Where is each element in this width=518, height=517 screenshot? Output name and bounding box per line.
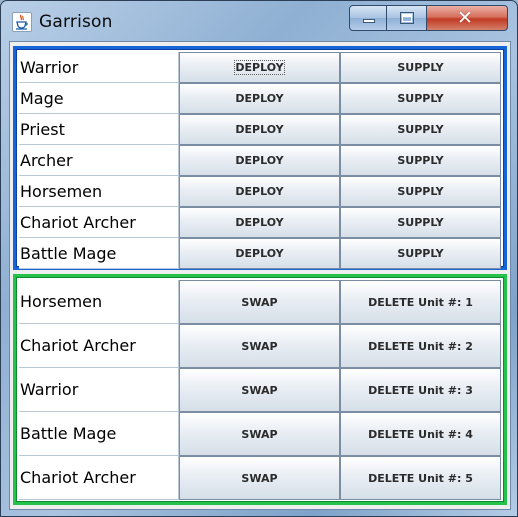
available-unit-row: Archer DEPLOY SUPPLY	[19, 145, 501, 176]
supply-button-label: SUPPLY	[397, 154, 444, 167]
unit-name: Chariot Archer	[19, 456, 179, 500]
supply-button-label: SUPPLY	[397, 185, 444, 198]
delete-unit-button[interactable]: DELETE Unit #: 3	[340, 368, 501, 412]
deploy-button[interactable]: DEPLOY	[179, 176, 340, 207]
swap-button-label: SWAP	[241, 295, 278, 309]
garrison-units-panel: Horsemen SWAP DELETE Unit #: 1 Chariot A…	[13, 274, 507, 505]
garrison-window: Garrison ✕ Warrior DEPLOY SUPPLY Mage DE…	[0, 0, 518, 517]
available-unit-row: Priest DEPLOY SUPPLY	[19, 114, 501, 145]
garrison-unit-row: Horsemen SWAP DELETE Unit #: 1	[19, 280, 501, 324]
unit-name: Priest	[19, 114, 179, 145]
swap-button[interactable]: SWAP	[179, 368, 340, 412]
delete-unit-button[interactable]: DELETE Unit #: 2	[340, 324, 501, 368]
supply-button-label: SUPPLY	[397, 123, 444, 136]
deploy-button-label: DEPLOY	[235, 154, 284, 167]
swap-button-label: SWAP	[241, 383, 278, 397]
unit-name: Warrior	[19, 52, 179, 83]
minimize-icon	[363, 19, 375, 23]
close-button[interactable]: ✕	[427, 5, 508, 31]
swap-button[interactable]: SWAP	[179, 412, 340, 456]
deploy-button[interactable]: DEPLOY	[179, 145, 340, 176]
available-units-panel: Warrior DEPLOY SUPPLY Mage DEPLOY SUPPLY…	[13, 46, 507, 270]
available-unit-row: Chariot Archer DEPLOY SUPPLY	[19, 207, 501, 238]
unit-name: Horsemen	[19, 280, 179, 324]
supply-button-label: SUPPLY	[397, 92, 444, 105]
swap-button-label: SWAP	[241, 339, 278, 353]
delete-button-label: DELETE Unit #: 3	[368, 383, 473, 397]
deploy-button[interactable]: DEPLOY	[179, 238, 340, 269]
supply-button[interactable]: SUPPLY	[340, 83, 501, 114]
supply-button[interactable]: SUPPLY	[340, 52, 501, 83]
window-title: Garrison	[39, 12, 113, 32]
supply-button-label: SUPPLY	[397, 247, 444, 260]
unit-name: Mage	[19, 83, 179, 114]
garrison-unit-row: Chariot Archer SWAP DELETE Unit #: 5	[19, 456, 501, 500]
swap-button[interactable]: SWAP	[179, 324, 340, 368]
garrison-unit-row: Warrior SWAP DELETE Unit #: 3	[19, 368, 501, 412]
supply-button[interactable]: SUPPLY	[340, 176, 501, 207]
delete-unit-button[interactable]: DELETE Unit #: 4	[340, 412, 501, 456]
swap-button[interactable]: SWAP	[179, 456, 340, 500]
delete-unit-button[interactable]: DELETE Unit #: 5	[340, 456, 501, 500]
minimize-button[interactable]	[349, 5, 387, 31]
swap-button-label: SWAP	[241, 427, 278, 441]
delete-unit-button[interactable]: DELETE Unit #: 1	[340, 280, 501, 324]
unit-name: Horsemen	[19, 176, 179, 207]
supply-button-label: SUPPLY	[397, 61, 444, 74]
deploy-button-label: DEPLOY	[235, 247, 284, 260]
deploy-button[interactable]: DEPLOY	[179, 52, 340, 83]
deploy-button-label: DEPLOY	[235, 92, 284, 105]
unit-name: Chariot Archer	[19, 324, 179, 368]
available-unit-row: Mage DEPLOY SUPPLY	[19, 83, 501, 114]
unit-name: Chariot Archer	[19, 207, 179, 238]
delete-button-label: DELETE Unit #: 4	[368, 427, 473, 441]
swap-button[interactable]: SWAP	[179, 280, 340, 324]
deploy-button-label: DEPLOY	[235, 216, 284, 229]
content-pane: Warrior DEPLOY SUPPLY Mage DEPLOY SUPPLY…	[9, 41, 511, 510]
java-coffee-cup-icon[interactable]	[12, 12, 32, 32]
available-unit-row: Battle Mage DEPLOY SUPPLY	[19, 238, 501, 269]
available-unit-row: Horsemen DEPLOY SUPPLY	[19, 176, 501, 207]
deploy-button[interactable]: DEPLOY	[179, 114, 340, 145]
close-icon: ✕	[457, 7, 473, 29]
delete-button-label: DELETE Unit #: 2	[368, 339, 473, 353]
garrison-unit-row: Battle Mage SWAP DELETE Unit #: 4	[19, 412, 501, 456]
unit-name: Archer	[19, 145, 179, 176]
maximize-icon	[400, 12, 414, 24]
deploy-button[interactable]: DEPLOY	[179, 207, 340, 238]
unit-name: Warrior	[19, 368, 179, 412]
deploy-button-label: DEPLOY	[235, 123, 284, 136]
unit-name: Battle Mage	[19, 412, 179, 456]
garrison-unit-row: Chariot Archer SWAP DELETE Unit #: 2	[19, 324, 501, 368]
title-bar[interactable]: Garrison ✕	[1, 1, 517, 41]
supply-button[interactable]: SUPPLY	[340, 207, 501, 238]
deploy-button-label: DEPLOY	[234, 60, 285, 75]
supply-button[interactable]: SUPPLY	[340, 114, 501, 145]
supply-button[interactable]: SUPPLY	[340, 238, 501, 269]
supply-button-label: SUPPLY	[397, 216, 444, 229]
available-unit-row: Warrior DEPLOY SUPPLY	[19, 52, 501, 83]
swap-button-label: SWAP	[241, 471, 278, 485]
supply-button[interactable]: SUPPLY	[340, 145, 501, 176]
delete-button-label: DELETE Unit #: 1	[368, 295, 473, 309]
deploy-button[interactable]: DEPLOY	[179, 83, 340, 114]
unit-name: Battle Mage	[19, 238, 179, 269]
deploy-button-label: DEPLOY	[235, 185, 284, 198]
delete-button-label: DELETE Unit #: 5	[368, 471, 473, 485]
maximize-button[interactable]	[387, 5, 427, 31]
